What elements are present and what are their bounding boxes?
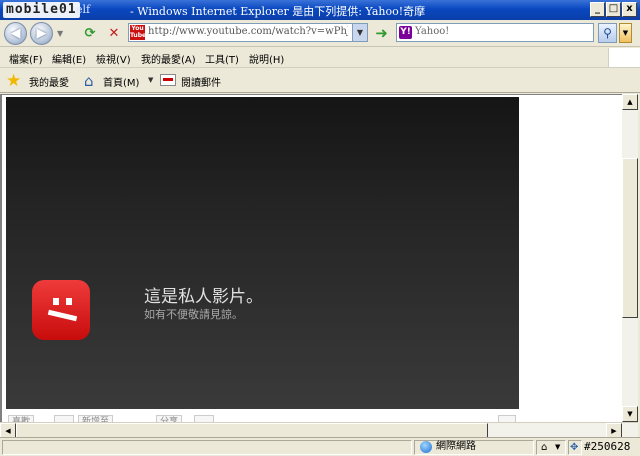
error-title: 這是私人影片。: [144, 287, 263, 307]
address-field[interactable]: You Tube http://www.youtube.com/watch?v=…: [128, 23, 368, 42]
mail-icon[interactable]: [160, 74, 176, 86]
video-player[interactable]: 這是私人影片。 如有不便敬請見諒。: [6, 97, 519, 409]
back-arrow-icon: ◀: [10, 26, 21, 41]
status-text-area: [2, 440, 412, 455]
favorites-bar: ★ 我的最愛 ⌂ 首頁(M) ▼ 閱讀郵件: [0, 69, 640, 93]
menu-file[interactable]: 檔案(F): [9, 51, 43, 66]
vertical-scroll-thumb[interactable]: [622, 158, 638, 318]
home-label[interactable]: 首頁(M): [103, 74, 139, 89]
scroll-down-icon[interactable]: ▼: [622, 406, 638, 422]
menu-tools[interactable]: 工具(T): [205, 51, 239, 66]
menu-help[interactable]: 說明(H): [249, 51, 284, 66]
refresh-button[interactable]: ⟳: [80, 24, 100, 43]
zoom-icon[interactable]: ✥: [570, 441, 578, 454]
favorites-star-icon[interactable]: ★: [6, 71, 21, 91]
home-dropdown-icon[interactable]: ▼: [148, 76, 153, 84]
favorites-label[interactable]: 我的最愛: [29, 74, 69, 89]
error-icon-eye-right: [66, 298, 72, 305]
read-mail-label[interactable]: 閱讀郵件: [181, 74, 221, 89]
window-title: - Windows Internet Explorer 是由下列提供: Yaho…: [130, 5, 426, 18]
menu-view[interactable]: 檢視(V): [96, 51, 131, 66]
mobile01-logo: mobile01: [3, 2, 80, 18]
page-content: 這是私人影片。 如有不便敬請見諒。 喜歡 新增至 分享: [0, 94, 622, 423]
menu-favorites[interactable]: 我的最愛(A): [141, 51, 196, 66]
windows-logo-icon: [608, 48, 640, 67]
watermark: #250628: [584, 440, 631, 453]
search-placeholder[interactable]: Yahoo!: [415, 26, 449, 37]
search-field[interactable]: Y! Yahoo!: [396, 23, 594, 42]
menu-edit[interactable]: 編輯(E): [52, 51, 86, 66]
address-toolbar: ◀ ▶ ▼ ⟳ ✕ You Tube http://www.youtube.co…: [0, 20, 640, 47]
scroll-right-icon[interactable]: ▶: [606, 423, 622, 438]
youtube-favicon-icon: You Tube: [130, 25, 147, 40]
go-arrow-icon[interactable]: ➜: [372, 24, 391, 43]
close-button[interactable]: x: [622, 2, 637, 17]
title-bar: mobile01 elf - Windows Internet Explorer…: [0, 0, 640, 20]
status-bar: 網際網路 ⌂ ▼ ✥ #250628: [0, 437, 640, 456]
horizontal-scroll-thumb[interactable]: [16, 423, 488, 438]
popup-dropdown-icon[interactable]: ▼: [555, 441, 560, 454]
error-icon-eye-left: [53, 298, 59, 305]
minimize-button[interactable]: _: [590, 2, 605, 17]
menu-bar: 檔案(F) 編輯(E) 檢視(V) 我的最愛(A) 工具(T) 說明(H): [0, 48, 640, 68]
vertical-scrollbar[interactable]: ▲ ▼: [622, 94, 638, 422]
window-title-prefix: elf: [76, 3, 91, 16]
private-video-error-icon: [32, 280, 90, 340]
error-subtitle: 如有不便敬請見諒。: [144, 308, 243, 321]
scroll-left-icon[interactable]: ◀: [0, 423, 16, 438]
maximize-button[interactable]: □: [606, 2, 621, 17]
forward-button[interactable]: ▶: [30, 22, 53, 45]
popup-blocker-icon[interactable]: ⌂: [541, 441, 547, 454]
forward-arrow-icon: ▶: [36, 26, 47, 41]
search-button[interactable]: ⚲: [598, 23, 617, 43]
search-options-dropdown-icon[interactable]: ▼: [619, 23, 632, 43]
scroll-up-icon[interactable]: ▲: [622, 94, 638, 110]
address-dropdown-icon[interactable]: ▼: [352, 24, 367, 41]
horizontal-scrollbar[interactable]: ◀ ▶: [0, 422, 638, 438]
home-icon[interactable]: ⌂: [84, 72, 94, 90]
magnifier-icon: ⚲: [603, 26, 612, 40]
back-button[interactable]: ◀: [4, 22, 27, 45]
history-dropdown-icon[interactable]: ▼: [57, 29, 63, 38]
yahoo-icon: Y!: [399, 26, 412, 39]
stop-button[interactable]: ✕: [104, 24, 124, 43]
zone-label: 網際網路: [436, 441, 476, 452]
error-icon-mouth: [47, 309, 78, 322]
address-url[interactable]: http://www.youtube.com/watch?v=wPhJRbtFG…: [148, 26, 348, 37]
